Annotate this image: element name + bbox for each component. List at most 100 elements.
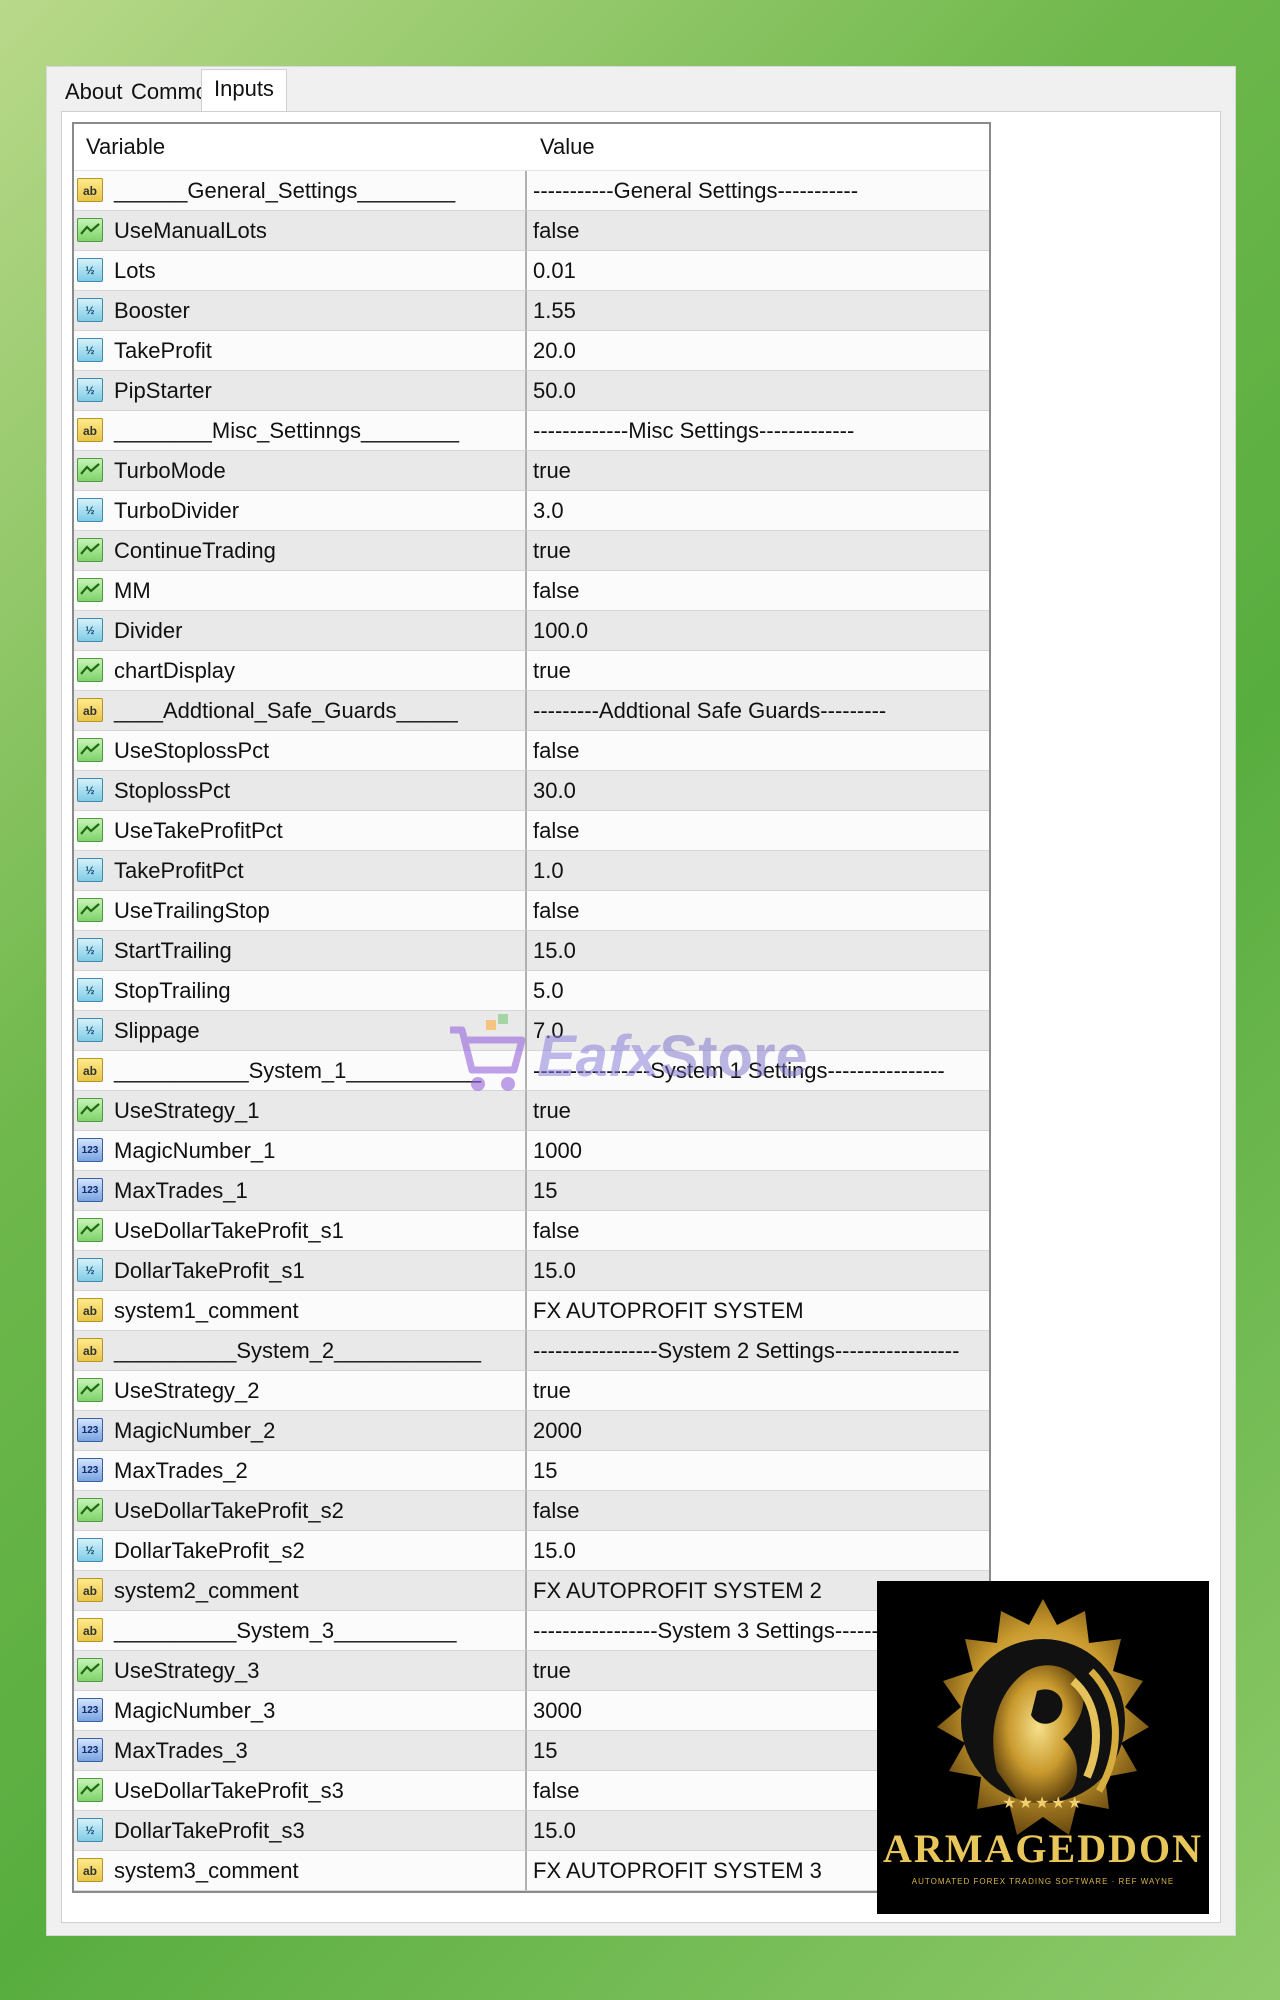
input-row[interactable]: UseDollarTakeProfit_s2 false <box>74 1491 989 1531</box>
value-cell[interactable]: false <box>527 1211 989 1251</box>
input-row[interactable]: ½ TurboDivider 3.0 <box>74 491 989 531</box>
input-row[interactable]: ab system3_comment FX AUTOPROFIT SYSTEM 3 <box>74 1851 989 1891</box>
variable-value[interactable]: false <box>533 1491 579 1530</box>
variable-cell[interactable]: TurboMode <box>74 451 527 491</box>
variable-cell[interactable]: ab system2_comment <box>74 1571 527 1611</box>
input-row[interactable]: ½ TakeProfitPct 1.0 <box>74 851 989 891</box>
value-cell[interactable]: true <box>527 651 989 691</box>
value-cell[interactable]: 1.0 <box>527 851 989 891</box>
variable-value[interactable]: 100.0 <box>533 611 588 650</box>
input-row[interactable]: ½ DollarTakeProfit_s3 15.0 <box>74 1811 989 1851</box>
variable-cell[interactable]: ab __________System_3__________ <box>74 1611 527 1651</box>
variable-value[interactable]: 7.0 <box>533 1011 564 1050</box>
variable-cell[interactable]: ContinueTrading <box>74 531 527 571</box>
variable-value[interactable]: ---------Addtional Safe Guards--------- <box>533 691 886 730</box>
value-cell[interactable]: false <box>527 571 989 611</box>
value-cell[interactable]: 2000 <box>527 1411 989 1451</box>
variable-value[interactable]: 15 <box>533 1451 557 1490</box>
variable-value[interactable]: -----------General Settings----------- <box>533 171 858 210</box>
input-row[interactable]: ½ Slippage 7.0 <box>74 1011 989 1051</box>
variable-value[interactable]: 15.0 <box>533 1811 576 1850</box>
variable-value[interactable]: false <box>533 811 579 850</box>
variable-value[interactable]: false <box>533 1211 579 1250</box>
input-row[interactable]: ContinueTrading true <box>74 531 989 571</box>
variable-cell[interactable]: ½ Divider <box>74 611 527 651</box>
value-cell[interactable]: 3.0 <box>527 491 989 531</box>
input-row[interactable]: ½ PipStarter 50.0 <box>74 371 989 411</box>
variable-value[interactable]: 20.0 <box>533 331 576 370</box>
value-cell[interactable]: -----------------System 2 Settings------… <box>527 1331 989 1371</box>
variable-cell[interactable]: 123 MaxTrades_3 <box>74 1731 527 1771</box>
variable-value[interactable]: 1000 <box>533 1131 582 1170</box>
variable-value[interactable]: true <box>533 1371 571 1410</box>
variable-cell[interactable]: UseDollarTakeProfit_s2 <box>74 1491 527 1531</box>
input-row[interactable]: UseManualLots false <box>74 211 989 251</box>
variable-value[interactable]: 3000 <box>533 1691 582 1730</box>
variable-value[interactable]: ----------------System 1 Settings-------… <box>533 1051 945 1090</box>
variable-value[interactable]: 15 <box>533 1171 557 1210</box>
value-cell[interactable]: false <box>527 1491 989 1531</box>
variable-cell[interactable]: UseDollarTakeProfit_s1 <box>74 1211 527 1251</box>
variable-cell[interactable]: ab ______General_Settings________ <box>74 171 527 211</box>
variable-value[interactable]: 0.01 <box>533 251 576 290</box>
input-row[interactable]: ab ______General_Settings________ --------… <box>74 171 989 211</box>
value-cell[interactable]: 50.0 <box>527 371 989 411</box>
variable-value[interactable]: true <box>533 1091 571 1130</box>
variable-cell[interactable]: ab ________Misc_Settinngs________ <box>74 411 527 451</box>
value-cell[interactable]: 15.0 <box>527 931 989 971</box>
input-row[interactable]: ½ TakeProfit 20.0 <box>74 331 989 371</box>
variable-value[interactable]: 15.0 <box>533 931 576 970</box>
variable-cell[interactable]: ½ TakeProfit <box>74 331 527 371</box>
variable-value[interactable]: true <box>533 651 571 690</box>
value-cell[interactable]: -----------General Settings----------- <box>527 171 989 211</box>
input-row[interactable]: ½ Lots 0.01 <box>74 251 989 291</box>
variable-value[interactable]: FX AUTOPROFIT SYSTEM 2 <box>533 1571 822 1610</box>
variable-value[interactable]: 2000 <box>533 1411 582 1450</box>
variable-cell[interactable]: ab ___________System_1___________ <box>74 1051 527 1091</box>
variable-value[interactable]: 5.0 <box>533 971 564 1010</box>
variable-value[interactable]: 1.55 <box>533 291 576 330</box>
input-row[interactable]: ½ Divider 100.0 <box>74 611 989 651</box>
variable-cell[interactable]: UseStrategy_1 <box>74 1091 527 1131</box>
input-row[interactable]: ½ DollarTakeProfit_s1 15.0 <box>74 1251 989 1291</box>
variable-value[interactable]: 15.0 <box>533 1251 576 1290</box>
variable-value[interactable]: -----------------System 2 Settings------… <box>533 1331 959 1370</box>
input-row[interactable]: TurboMode true <box>74 451 989 491</box>
variable-value[interactable]: FX AUTOPROFIT SYSTEM <box>533 1291 804 1330</box>
value-cell[interactable]: false <box>527 891 989 931</box>
value-cell[interactable]: true <box>527 1091 989 1131</box>
input-row[interactable]: ½ StartTrailing 15.0 <box>74 931 989 971</box>
input-row[interactable]: ½ DollarTakeProfit_s2 15.0 <box>74 1531 989 1571</box>
column-header-value[interactable]: Value <box>540 124 595 170</box>
value-cell[interactable]: false <box>527 211 989 251</box>
variable-cell[interactable]: ½ Slippage <box>74 1011 527 1051</box>
variable-value[interactable]: false <box>533 571 579 610</box>
input-row[interactable]: 123 MaxTrades_2 15 <box>74 1451 989 1491</box>
variable-cell[interactable]: UseTakeProfitPct <box>74 811 527 851</box>
variable-value[interactable]: true <box>533 531 571 570</box>
variable-cell[interactable]: ½ Booster <box>74 291 527 331</box>
variable-cell[interactable]: UseStoplossPct <box>74 731 527 771</box>
value-cell[interactable]: 0.01 <box>527 251 989 291</box>
variable-cell[interactable]: UseStrategy_2 <box>74 1371 527 1411</box>
input-row[interactable]: ½ StopTrailing 5.0 <box>74 971 989 1011</box>
variable-value[interactable]: false <box>533 1771 579 1810</box>
input-row[interactable]: ab system1_comment FX AUTOPROFIT SYSTEM <box>74 1291 989 1331</box>
value-cell[interactable]: 15.0 <box>527 1251 989 1291</box>
value-cell[interactable]: false <box>527 811 989 851</box>
variable-value[interactable]: 50.0 <box>533 371 576 410</box>
value-cell[interactable]: 100.0 <box>527 611 989 651</box>
variable-cell[interactable]: 123 MagicNumber_3 <box>74 1691 527 1731</box>
input-row[interactable]: ab ___________System_1___________ --------… <box>74 1051 989 1091</box>
variable-value[interactable]: -------------Misc Settings------------- <box>533 411 854 450</box>
tab-inputs[interactable]: Inputs <box>201 69 287 112</box>
variable-cell[interactable]: ½ Lots <box>74 251 527 291</box>
variable-value[interactable]: false <box>533 891 579 930</box>
input-row[interactable]: UseTrailingStop false <box>74 891 989 931</box>
value-cell[interactable]: 15.0 <box>527 1531 989 1571</box>
input-row[interactable]: ab ________Misc_Settinngs________ --------… <box>74 411 989 451</box>
value-cell[interactable]: ----------------System 1 Settings-------… <box>527 1051 989 1091</box>
input-row[interactable]: ab __________System_3__________ ----------… <box>74 1611 989 1651</box>
variable-cell[interactable]: UseTrailingStop <box>74 891 527 931</box>
variable-value[interactable]: 1.0 <box>533 851 564 890</box>
